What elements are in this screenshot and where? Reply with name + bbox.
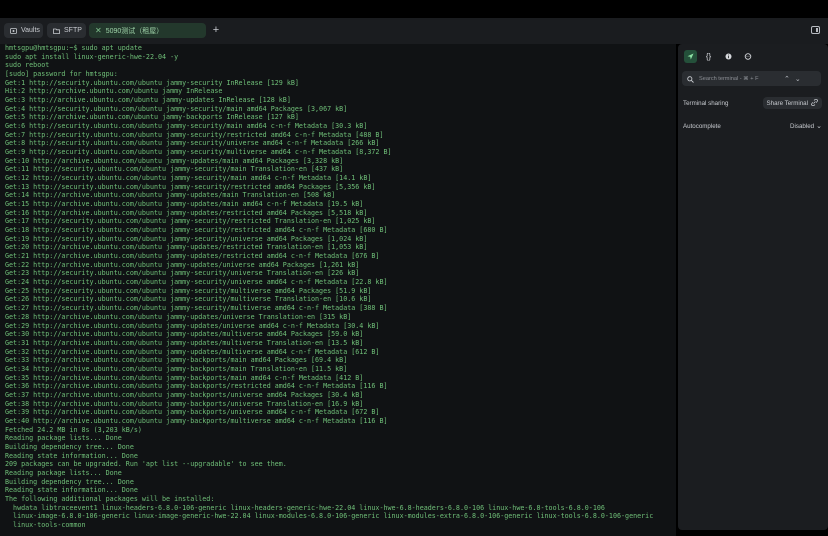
terminal-line: Get:13 http://security.ubuntu.com/ubuntu… — [5, 182, 376, 191]
terminal-line: linux-image-6.8.0-106-generic linux-imag… — [5, 512, 654, 521]
terminal-line: linux-tools-common — [5, 520, 86, 529]
terminal-line: Get:39 http://archive.ubuntu.com/ubuntu … — [5, 408, 380, 417]
terminal-line: Get:11 http://security.ubuntu.com/ubuntu… — [5, 165, 344, 174]
terminal-line: Reading state information... Done — [5, 451, 138, 460]
terminal-line: Fetched 24.2 MB in 8s (3,203 kB/s) — [5, 425, 142, 434]
terminal-line: The following additional packages will b… — [5, 494, 215, 503]
code-icon[interactable]: {} — [702, 50, 715, 63]
autocomplete-value: Disabled — [790, 122, 815, 130]
tab-vaults-label: Vaults — [21, 27, 40, 34]
terminal-line: Get:15 http://archive.ubuntu.com/ubuntu … — [5, 200, 364, 209]
ai-assistant-icon[interactable] — [741, 50, 754, 63]
terminal-line: Hit:2 http://archive.ubuntu.com/ubuntu j… — [5, 87, 223, 96]
chevron-down-icon[interactable]: ⌄ — [795, 75, 801, 83]
terminal-line: Get:20 http://archive.ubuntu.com/ubuntu … — [5, 243, 368, 252]
terminal-line: Building dependency tree... Done — [5, 442, 134, 451]
terminal-line: Get:28 http://archive.ubuntu.com/ubuntu … — [5, 312, 352, 321]
terminal-line: Get:23 http://security.ubuntu.com/ubuntu… — [5, 269, 360, 278]
terminal-line: Get:7 http://security.ubuntu.com/ubuntu … — [5, 130, 384, 139]
autocomplete-select[interactable]: Disabled ⌄ — [790, 122, 822, 131]
terminal-line: Get:35 http://archive.ubuntu.com/ubuntu … — [5, 373, 364, 382]
terminal-line: Get:34 http://archive.ubuntu.com/ubuntu … — [5, 364, 348, 373]
terminal-line: hmtsgpu@hmtsgpu:~$ sudo apt update — [5, 44, 142, 52]
terminal-line: Get:30 http://archive.ubuntu.com/ubuntu … — [5, 330, 364, 339]
terminal-line: Get:40 http://archive.ubuntu.com/ubuntu … — [5, 416, 388, 425]
terminal-line: hwdata libtraceevent1 linux-headers-6.8.… — [5, 503, 605, 512]
vault-icon — [10, 27, 17, 34]
tab-sftp[interactable]: SFTP — [47, 23, 86, 38]
terminal-search[interactable]: ⌃ ⌄ — [682, 71, 821, 86]
terminal-sharing-label: Terminal sharing — [683, 100, 729, 107]
terminal-line: Get:17 http://security.ubuntu.com/ubuntu… — [5, 217, 376, 226]
terminal-line: 209 packages can be upgraded. Run 'apt l… — [5, 460, 287, 469]
terminal-line: Get:6 http://security.ubuntu.com/ubuntu … — [5, 122, 368, 131]
terminal-line: Get:24 http://security.ubuntu.com/ubuntu… — [5, 278, 388, 287]
terminal-line: Get:31 http://archive.ubuntu.com/ubuntu … — [5, 338, 364, 347]
terminal-line: Building dependency tree... Done — [5, 477, 134, 486]
terminal-line: sudo apt install linux-generic-hwe-22.04… — [5, 52, 179, 61]
terminal-line: Get:5 http://archive.ubuntu.com/ubuntu j… — [5, 113, 299, 122]
send-icon[interactable] — [684, 50, 697, 63]
terminal-line: Get:4 http://security.ubuntu.com/ubuntu … — [5, 104, 348, 113]
terminal-line: [sudo] password for hmtsgpu: — [5, 70, 118, 79]
search-icon — [687, 70, 694, 88]
terminal-line: Get:12 http://security.ubuntu.com/ubuntu… — [5, 174, 372, 183]
folder-icon — [53, 28, 60, 34]
terminal-line: Get:38 http://archive.ubuntu.com/ubuntu … — [5, 399, 364, 408]
terminal-line: Get:10 http://archive.ubuntu.com/ubuntu … — [5, 156, 344, 165]
chevron-down-icon: ⌄ — [816, 123, 822, 130]
terminal-line: Reading state information... Done — [5, 486, 138, 495]
share-terminal-button[interactable]: Share Terminal — [762, 97, 822, 109]
terminal-line: Get:32 http://archive.ubuntu.com/ubuntu … — [5, 347, 380, 356]
terminal-line: Get:27 http://security.ubuntu.com/ubuntu… — [5, 304, 388, 313]
sidebar-toggle-icon[interactable] — [811, 26, 820, 34]
terminal-line: sudo reboot — [5, 61, 50, 70]
link-icon — [811, 98, 818, 108]
terminal-line: Get:37 http://archive.ubuntu.com/ubuntu … — [5, 390, 364, 399]
terminal-sidepanel: {} ⌃ ⌄ Terminal sharing Share Terminal A… — [678, 44, 828, 530]
terminal-line: Get:22 http://archive.ubuntu.com/ubuntu … — [5, 260, 360, 269]
terminal-line: Get:19 http://security.ubuntu.com/ubuntu… — [5, 234, 368, 243]
tab-bar: Vaults SFTP ✕ 5090测试（租屋） + — [0, 18, 828, 44]
chevron-up-icon[interactable]: ⌃ — [784, 75, 790, 83]
terminal-line: Get:26 http://security.ubuntu.com/ubuntu… — [5, 295, 372, 304]
terminal-line: Get:18 http://security.ubuntu.com/ubuntu… — [5, 226, 388, 235]
window-titlebar — [0, 0, 828, 18]
terminal-line: Get:16 http://archive.ubuntu.com/ubuntu … — [5, 208, 368, 217]
terminal-line: Get:3 http://archive.ubuntu.com/ubuntu j… — [5, 96, 291, 105]
tab-session-active[interactable]: ✕ 5090测试（租屋） — [89, 23, 206, 38]
tab-vaults[interactable]: Vaults — [4, 23, 43, 38]
terminal-output[interactable]: hmtsgpu@hmtsgpu:~$ sudo apt update sudo a… — [0, 44, 676, 536]
terminal-line: Reading package lists... Done — [5, 468, 122, 477]
search-input[interactable] — [699, 75, 779, 82]
terminal-line: Reading package lists... Done — [5, 434, 122, 443]
terminal-line: Get:29 http://archive.ubuntu.com/ubuntu … — [5, 321, 380, 330]
terminal-line: Get:9 http://security.ubuntu.com/ubuntu … — [5, 148, 392, 157]
terminal-line: Get:33 http://archive.ubuntu.com/ubuntu … — [5, 356, 348, 365]
autocomplete-label: Autocomplete — [683, 123, 721, 130]
terminal-line: Get:36 http://archive.ubuntu.com/ubuntu … — [5, 382, 388, 391]
terminal-line: Get:8 http://security.ubuntu.com/ubuntu … — [5, 139, 380, 148]
info-icon[interactable] — [722, 50, 735, 63]
tab-sftp-label: SFTP — [64, 27, 82, 34]
terminal-line: Get:21 http://archive.ubuntu.com/ubuntu … — [5, 252, 380, 261]
terminal-line: Get:14 http://archive.ubuntu.com/ubuntu … — [5, 191, 336, 200]
close-icon[interactable]: ✕ — [95, 26, 102, 35]
tab-session-label: 5090测试（租屋） — [105, 27, 164, 35]
terminal-line: Get:25 http://security.ubuntu.com/ubuntu… — [5, 286, 372, 295]
new-tab-button[interactable]: + — [211, 23, 221, 38]
terminal-line: Get:1 http://security.ubuntu.com/ubuntu … — [5, 78, 299, 87]
share-terminal-label: Share Terminal — [766, 99, 809, 107]
